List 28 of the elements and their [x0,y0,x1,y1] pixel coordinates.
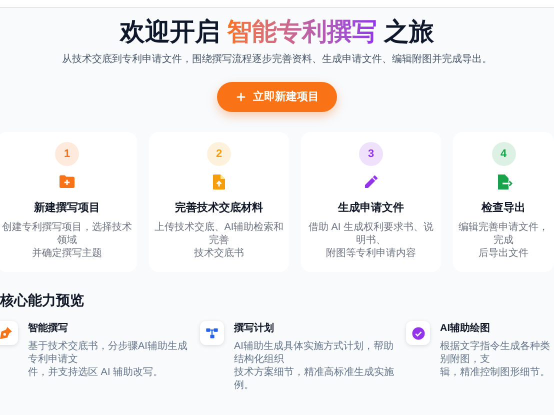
step-number-badge: 3 [359,142,383,166]
file-upload-icon [210,173,228,191]
feature-description: AI辅助生成具体实施方式计划，帮助结构化组织 技术方案细节，精准高标准生成实施例。 [234,340,395,392]
step-description: 借助 AI 生成权利要求书、说明书、 附图等专利申请内容 [307,220,434,260]
step-title: 生成申请文件 [338,200,404,216]
feature-title: 智能撰写 [28,322,68,336]
feature-description: 根据文字指令生成各种类别附图，支 辑，精准控制图形细节。 [440,340,551,379]
pencil-icon [362,173,380,191]
step-description: 编辑完善申请文件，完成 后导出文件 [458,220,550,260]
step-number-badge: 2 [207,142,231,166]
step-number-badge: 4 [492,142,516,166]
check-circle-icon [410,326,426,340]
pen-nib-icon [0,325,14,341]
feature-title: 撰写计划 [234,322,274,336]
page-title: 欢迎开启 智能专利撰写 之旅 [120,17,434,48]
plus-icon [235,91,247,103]
step-title: 检查导出 [482,200,526,216]
step-description: 创建专利撰写项目，选择技术领域 并确定撰写主题 [1,220,133,260]
step-title: 完善技术交底材料 [175,200,263,216]
folder-plus-icon [58,173,76,191]
step-number-badge: 1 [55,142,79,166]
subtitle: 从技术交底到专利申请文件，围绕撰写流程逐步完善资料、生成申请文件、编辑附图并完成导出。 [62,52,492,67]
step-title: 新建撰写项目 [34,200,100,216]
step-description: 上传技术交底、AI辅助检索和完善 技术交底书 [153,220,285,260]
feature-description: 基于技术交底书，分步骤AI辅助生成专利申请文 件，并支持选区 AI 辅助改写。 [28,340,188,379]
flow-nodes-icon [205,326,219,340]
new-project-button[interactable]: 立即新建项目 [217,82,337,112]
feature-title: AI辅助绘图 [440,322,490,336]
